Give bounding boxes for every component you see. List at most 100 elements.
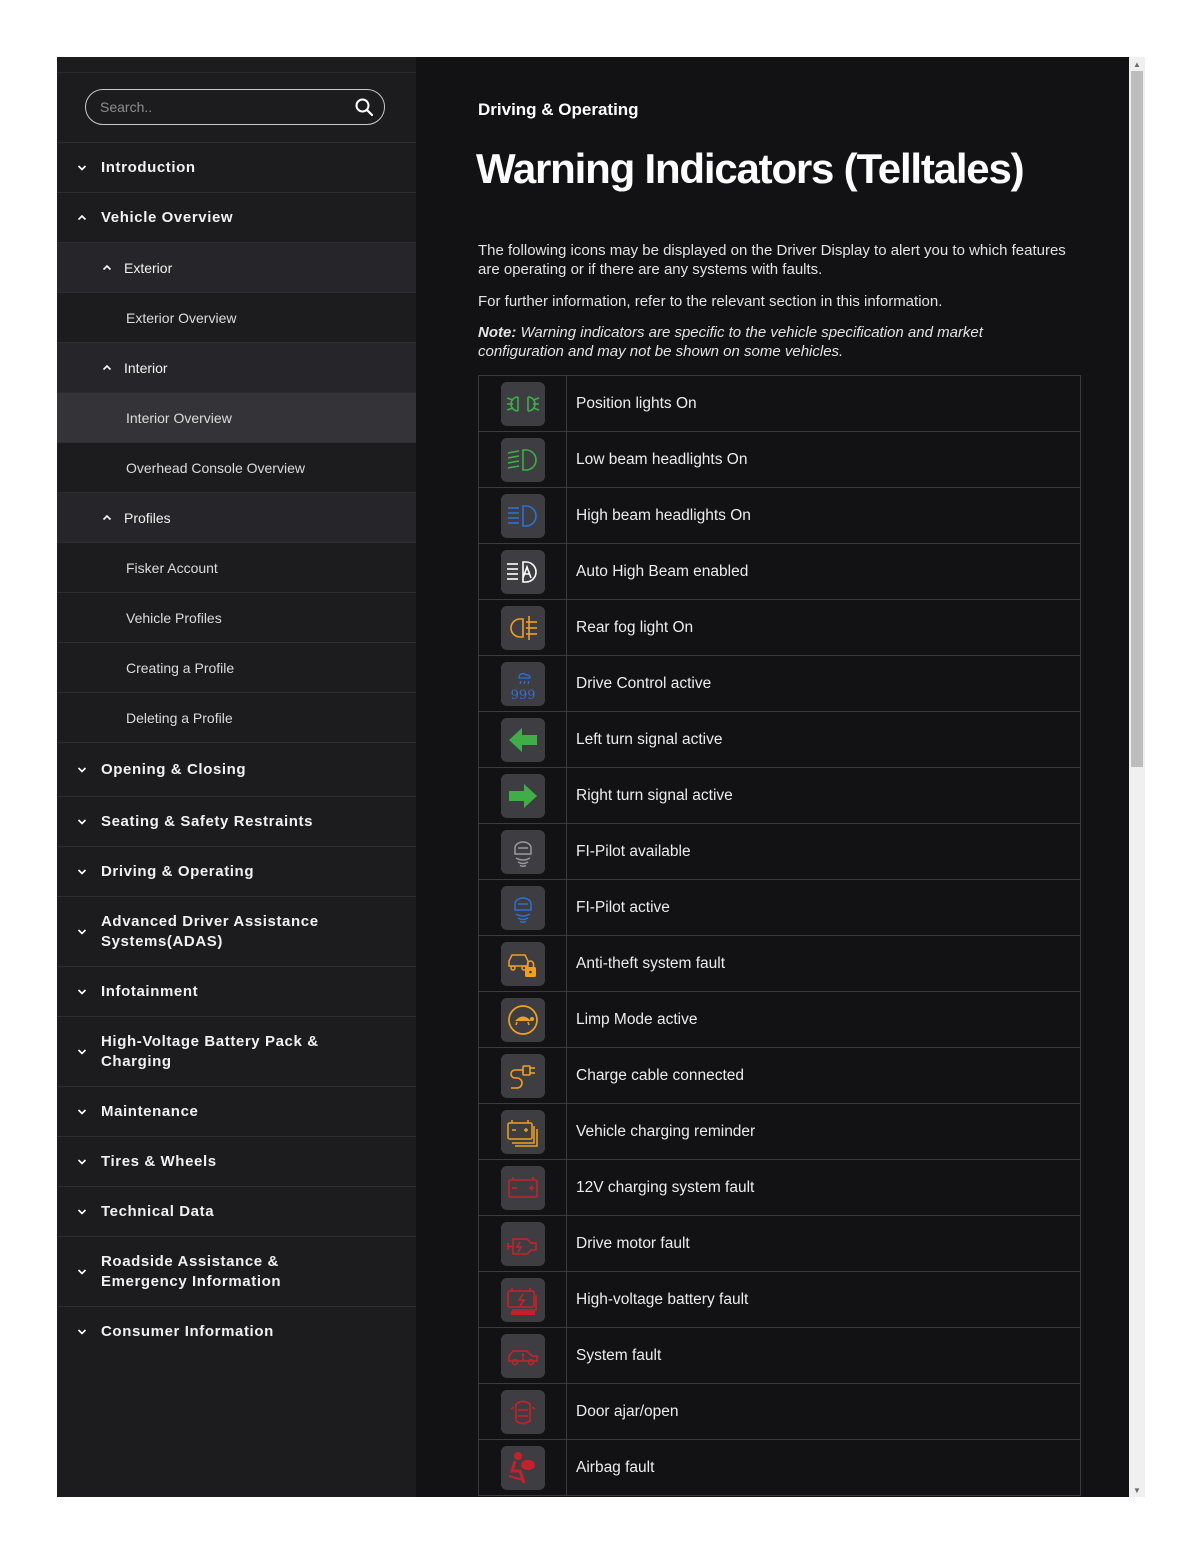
table-row: Low beam headlights On — [478, 431, 1081, 488]
sidebar-item-fisker-account[interactable]: Fisker Account — [57, 542, 416, 592]
icon-cell — [478, 823, 567, 880]
sidebar-item-driving-operating[interactable]: Driving & Operating — [57, 846, 416, 896]
chevron-down-icon — [77, 766, 87, 773]
search-box[interactable] — [85, 89, 385, 125]
sidebar-item-exterior[interactable]: Exterior — [57, 242, 416, 292]
icon-cell — [478, 1159, 567, 1216]
icon-cell — [478, 1215, 567, 1272]
high-beam-icon — [500, 493, 545, 538]
sidebar-item-consumer-information[interactable]: Consumer Information — [57, 1306, 416, 1356]
sidebar-item-adas[interactable]: Advanced Driver Assistance Systems(ADAS) — [57, 896, 416, 966]
drive-motor-icon — [500, 1221, 545, 1266]
sidebar-item-label: Tires & Wheels — [101, 1153, 217, 1170]
table-row: Rear fog light On — [478, 599, 1081, 656]
table-row: Limp Mode active — [478, 991, 1081, 1048]
sidebar-item-opening-closing[interactable]: Opening & Closing — [57, 742, 416, 796]
sidebar-item-technical-data[interactable]: Technical Data — [57, 1186, 416, 1236]
intro-paragraph: The following icons may be displayed on … — [478, 242, 1066, 278]
app-window: Introduction Vehicle Overview Exterior E… — [57, 57, 1145, 1497]
scroll-down-arrow-icon[interactable]: ▼ — [1129, 1483, 1145, 1497]
scroll-up-arrow-icon[interactable]: ▲ — [1129, 57, 1145, 71]
telltale-label: 12V charging system fault — [566, 1159, 1081, 1216]
low-beam-icon — [500, 437, 545, 482]
search-icon[interactable] — [354, 97, 374, 117]
icon-cell — [478, 935, 567, 992]
sidebar-item-exterior-overview[interactable]: Exterior Overview — [57, 292, 416, 342]
system-fault-icon: ! — [500, 1333, 545, 1378]
sidebar-item-label: Maintenance — [101, 1103, 199, 1120]
chevron-down-icon — [77, 1208, 87, 1215]
icon-cell — [478, 1103, 567, 1160]
svg-text:999: 999 — [510, 688, 535, 703]
airbag-icon — [500, 1445, 545, 1490]
telltale-label: Door ajar/open — [566, 1383, 1081, 1440]
table-row: FI-Pilot available — [478, 823, 1081, 880]
chevron-down-icon — [77, 1048, 87, 1055]
sidebar-item-label: Interior — [124, 359, 168, 376]
telltale-label: FI-Pilot available — [566, 823, 1081, 880]
icon-cell — [478, 1271, 567, 1328]
divider — [57, 72, 416, 73]
table-row: Charge cable connected — [478, 1047, 1081, 1104]
telltale-label: Right turn signal active — [566, 767, 1081, 824]
sidebar-item-overhead-console-overview[interactable]: Overhead Console Overview — [57, 442, 416, 492]
table-row: Right turn signal active — [478, 767, 1081, 824]
table-row: 12V charging system fault — [478, 1159, 1081, 1216]
sidebar-item-hv-battery-charging[interactable]: High-Voltage Battery Pack & Charging — [57, 1016, 416, 1086]
table-row: Door ajar/open — [478, 1383, 1081, 1440]
breadcrumb[interactable]: Driving & Operating — [478, 100, 639, 120]
chevron-up-icon — [102, 514, 112, 520]
sidebar-item-label: Technical Data — [101, 1203, 215, 1220]
sidebar-item-label: Vehicle Profiles — [126, 609, 222, 626]
scrollbar-thumb[interactable] — [1131, 71, 1143, 767]
sidebar-item-interior[interactable]: Interior — [57, 342, 416, 392]
sidebar-item-label: Overhead Console Overview — [126, 459, 305, 476]
sidebar-item-maintenance[interactable]: Maintenance — [57, 1086, 416, 1136]
icon-cell — [478, 711, 567, 768]
note-text: Warning indicators are specific to the v… — [478, 324, 983, 360]
sidebar-item-vehicle-overview[interactable]: Vehicle Overview — [57, 192, 416, 242]
sidebar-item-tires-wheels[interactable]: Tires & Wheels — [57, 1136, 416, 1186]
sidebar-item-seating-safety[interactable]: Seating & Safety Restraints — [57, 796, 416, 846]
table-row: Anti-theft system fault — [478, 935, 1081, 992]
sidebar-item-label: Driving & Operating — [101, 863, 255, 880]
sidebar-item-infotainment[interactable]: Infotainment — [57, 966, 416, 1016]
telltale-label: High-voltage battery fault — [566, 1271, 1081, 1328]
telltale-label: Charge cable connected — [566, 1047, 1081, 1104]
telltale-label: Low beam headlights On — [566, 431, 1081, 488]
sidebar-item-label: Consumer Information — [101, 1323, 274, 1340]
telltale-label: Drive motor fault — [566, 1215, 1081, 1272]
sidebar-nav: Introduction Vehicle Overview Exterior E… — [57, 142, 416, 1356]
12v-battery-icon — [500, 1165, 545, 1210]
chevron-up-icon — [102, 264, 112, 270]
icon-cell — [478, 879, 567, 936]
scrollbar[interactable]: ▲ ▼ — [1129, 57, 1145, 1497]
chevron-up-icon — [77, 214, 87, 220]
sidebar-item-creating-a-profile[interactable]: Creating a Profile — [57, 642, 416, 692]
sidebar-item-deleting-a-profile[interactable]: Deleting a Profile — [57, 692, 416, 742]
sidebar-item-introduction[interactable]: Introduction — [57, 142, 416, 192]
auto-high-beam-icon — [500, 549, 545, 594]
chevron-down-icon — [77, 818, 87, 825]
sidebar-item-label: Vehicle Overview — [101, 209, 234, 226]
search-input[interactable] — [86, 90, 354, 124]
icon-cell — [478, 431, 567, 488]
sidebar-item-label: Deleting a Profile — [126, 709, 233, 726]
sidebar-item-vehicle-profiles[interactable]: Vehicle Profiles — [57, 592, 416, 642]
table-row: High-voltage battery fault — [478, 1271, 1081, 1328]
sidebar-item-label: Fisker Account — [126, 559, 218, 576]
sidebar-item-roadside-assistance[interactable]: Roadside Assistance & Emergency Informat… — [57, 1236, 416, 1306]
chevron-down-icon — [77, 928, 87, 935]
telltale-label: FI-Pilot active — [566, 879, 1081, 936]
sidebar-item-interior-overview[interactable]: Interior Overview — [57, 392, 416, 442]
chevron-down-icon — [77, 164, 87, 171]
sidebar-item-label: Profiles — [124, 509, 171, 526]
drive-control-icon: 999 — [500, 661, 545, 706]
table-row: Vehicle charging reminder — [478, 1103, 1081, 1160]
telltale-label: Airbag fault — [566, 1439, 1081, 1496]
sidebar-item-label: Infotainment — [101, 983, 199, 1000]
sidebar: Introduction Vehicle Overview Exterior E… — [57, 57, 416, 1497]
table-row: High beam headlights On — [478, 487, 1081, 544]
sidebar-item-profiles[interactable]: Profiles — [57, 492, 416, 542]
telltale-label: System fault — [566, 1327, 1081, 1384]
